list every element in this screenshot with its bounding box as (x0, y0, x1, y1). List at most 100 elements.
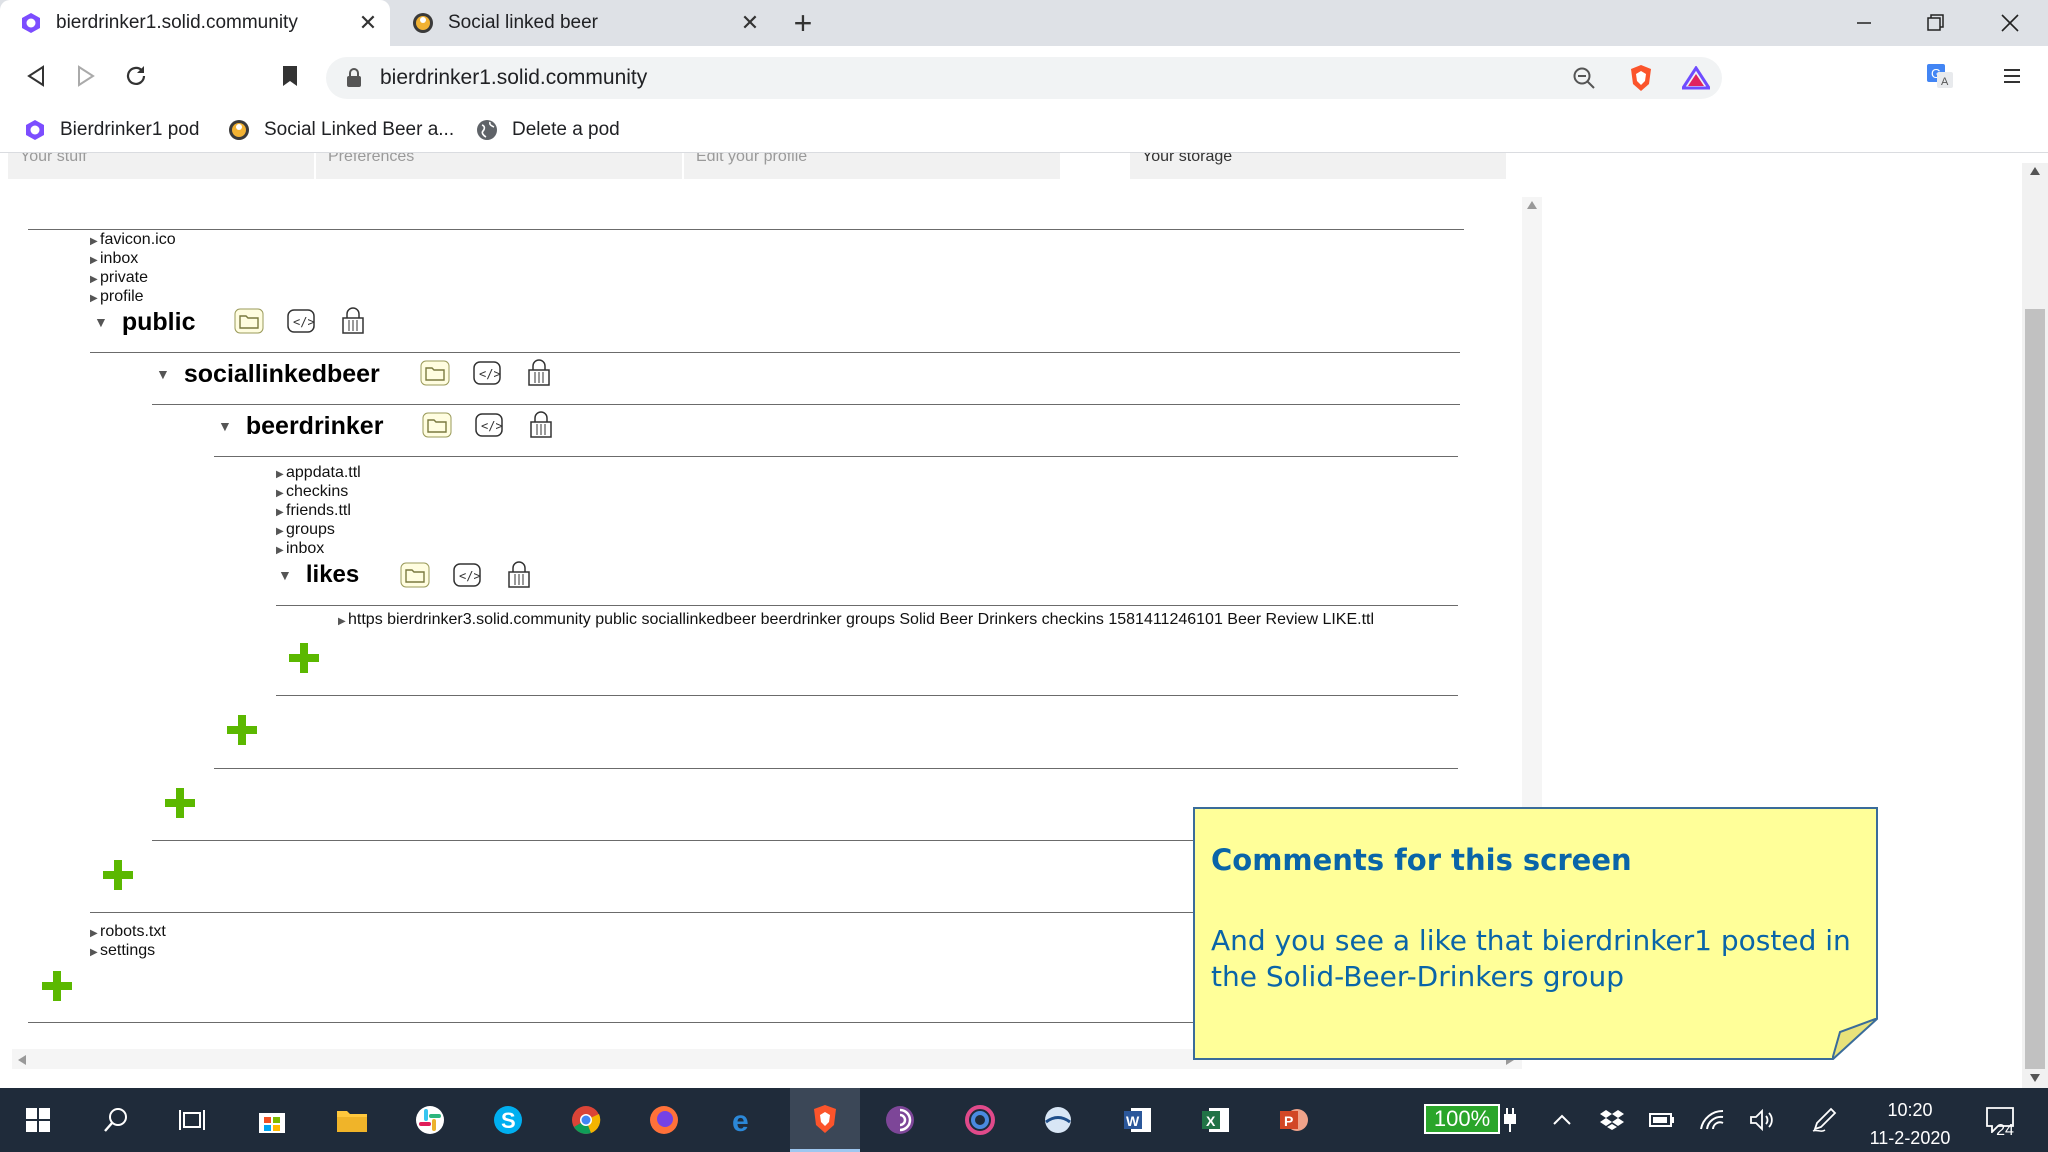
clock[interactable]: 10:20 11-2-2020 (1860, 1096, 1960, 1152)
scroll-left-icon[interactable] (18, 1055, 26, 1065)
minimize-button[interactable] (1828, 0, 1900, 46)
close-tab-icon[interactable]: ✕ (354, 10, 382, 36)
powerpoint-button[interactable]: P (1264, 1088, 1324, 1152)
bookmark-bierdrinker1-pod[interactable]: Bierdrinker1 pod (24, 116, 199, 144)
store-button[interactable] (242, 1088, 302, 1152)
folder-beerdrinker[interactable]: ▼ beerdrinker (218, 409, 383, 443)
battery-indicator[interactable]: 100% (1424, 1104, 1500, 1134)
dropbox-button[interactable] (1590, 1088, 1634, 1152)
tab-your-storage[interactable]: Your storage (1130, 153, 1506, 179)
file-name: settings (100, 942, 156, 959)
tab-edit-profile[interactable]: Edit your profile (684, 153, 1060, 179)
forward-button[interactable] (66, 56, 106, 96)
windows-icon (26, 1108, 50, 1132)
scrollbar-thumb[interactable] (2025, 309, 2045, 1069)
firefox-button[interactable] (634, 1088, 694, 1152)
restore-button[interactable] (1900, 0, 1972, 46)
caret-down-icon[interactable]: ▼ (278, 567, 292, 583)
browser-app-button[interactable] (1028, 1088, 1088, 1152)
tab-your-stuff[interactable]: Your stuff (8, 153, 314, 179)
app-button[interactable] (950, 1088, 1010, 1152)
sharing-button[interactable] (338, 307, 368, 335)
folder-public[interactable]: ▼ public (94, 305, 195, 339)
slack-icon (416, 1106, 444, 1134)
google-translate-button[interactable]: GA (1920, 56, 1960, 96)
new-tab-button[interactable]: + (786, 6, 820, 40)
folder-open-button[interactable] (422, 411, 452, 439)
add-to-public-button[interactable] (103, 860, 133, 890)
source-button[interactable]: </> (286, 307, 316, 335)
folder-open-button[interactable] (234, 307, 264, 335)
excel-button[interactable]: X (1186, 1088, 1246, 1152)
svg-text:</>: </> (479, 367, 501, 381)
reload-button[interactable] (116, 56, 156, 96)
skype-button[interactable]: S (478, 1088, 538, 1152)
tab-bierdrinker1[interactable]: bierdrinker1.solid.community ✕ (0, 0, 390, 46)
caret-down-icon[interactable]: ▼ (94, 314, 108, 330)
add-to-root-button[interactable] (42, 971, 72, 1001)
add-to-sociallinkedbeer-button[interactable] (165, 788, 195, 818)
task-view-button[interactable] (162, 1088, 222, 1152)
tree-item-profile[interactable]: ▶ profile (90, 288, 144, 306)
pen-workspace-button[interactable] (1802, 1088, 1846, 1152)
folder-open-button[interactable] (420, 359, 450, 387)
address-bar[interactable]: bierdrinker1.solid.community (326, 57, 1722, 99)
tree-item-inbox[interactable]: ▶ inbox (90, 250, 138, 268)
close-tab-icon[interactable]: ✕ (736, 10, 764, 36)
tree-item-robots[interactable]: ▶ robots.txt (90, 923, 166, 941)
folder-likes[interactable]: ▼ likes (278, 559, 359, 591)
folder-open-button[interactable] (400, 561, 430, 589)
sharing-button[interactable] (526, 411, 556, 439)
zoom-out-icon[interactable] (1572, 66, 1596, 90)
sharing-button[interactable] (504, 561, 534, 589)
tree-item-settings[interactable]: ▶ settings (90, 942, 155, 960)
tree-item-groups[interactable]: ▶ groups (276, 521, 335, 539)
wifi-button[interactable] (1690, 1088, 1734, 1152)
tree-item-like-file[interactable]: ▶ https bierdrinker3.solid.community publ… (338, 611, 1374, 629)
tree-item-favicon[interactable]: ▶ favicon.ico (90, 231, 176, 249)
caret-down-icon[interactable]: ▼ (156, 366, 170, 382)
bookmark-social-linked-beer[interactable]: Social Linked Beer a... (228, 116, 454, 144)
brave-shield-icon[interactable] (1628, 64, 1654, 92)
source-button[interactable]: </> (472, 359, 502, 387)
close-window-button[interactable] (1974, 0, 2046, 46)
scroll-up-icon[interactable] (2030, 167, 2040, 175)
power-plug-button[interactable] (1490, 1088, 1530, 1152)
menu-button[interactable] (1992, 56, 2032, 96)
back-button[interactable] (16, 56, 56, 96)
chrome-button[interactable] (556, 1088, 616, 1152)
tab-preferences[interactable]: Preferences (316, 153, 682, 179)
bookmark-delete-a-pod[interactable]: Delete a pod (476, 116, 620, 144)
page-scrollbar[interactable] (2022, 163, 2048, 1088)
scroll-down-icon[interactable] (2030, 1074, 2040, 1082)
add-to-likes-button[interactable] (289, 643, 319, 673)
tree-item-appdata[interactable]: ▶ appdata.ttl (276, 464, 361, 482)
add-to-beerdrinker-button[interactable] (227, 715, 257, 745)
tree-item-private[interactable]: ▶ private (90, 269, 148, 287)
page-viewport: Your stuff Preferences Edit your profile… (0, 153, 2048, 1088)
volume-button[interactable] (1740, 1088, 1784, 1152)
brave-rewards-icon[interactable] (1682, 66, 1710, 90)
file-explorer-button[interactable] (322, 1088, 382, 1152)
tree-item-inbox[interactable]: ▶ inbox (276, 540, 324, 558)
word-button[interactable]: W (1108, 1088, 1168, 1152)
start-button[interactable] (8, 1088, 68, 1152)
scroll-up-icon[interactable] (1527, 201, 1537, 209)
bookmark-button[interactable] (270, 56, 310, 96)
tree-item-friends[interactable]: ▶ friends.ttl (276, 502, 351, 520)
sharing-button[interactable] (524, 359, 554, 387)
search-button[interactable] (86, 1088, 146, 1152)
source-button[interactable]: </> (474, 411, 504, 439)
show-hidden-icons-button[interactable] (1540, 1088, 1584, 1152)
tab-social-linked-beer[interactable]: Social linked beer ✕ (392, 0, 772, 46)
tree-item-checkins[interactable]: ▶ checkins (276, 483, 348, 501)
battery-tray-button[interactable] (1640, 1088, 1684, 1152)
brave-button[interactable] (790, 1088, 860, 1152)
slack-button[interactable] (400, 1088, 460, 1152)
globe-icon (477, 120, 497, 140)
tor-button[interactable] (870, 1088, 930, 1152)
folder-sociallinkedbeer[interactable]: ▼ sociallinkedbeer (156, 357, 380, 391)
source-button[interactable]: </> (452, 561, 482, 589)
caret-down-icon[interactable]: ▼ (218, 418, 232, 434)
edge-button[interactable]: e (714, 1088, 774, 1152)
